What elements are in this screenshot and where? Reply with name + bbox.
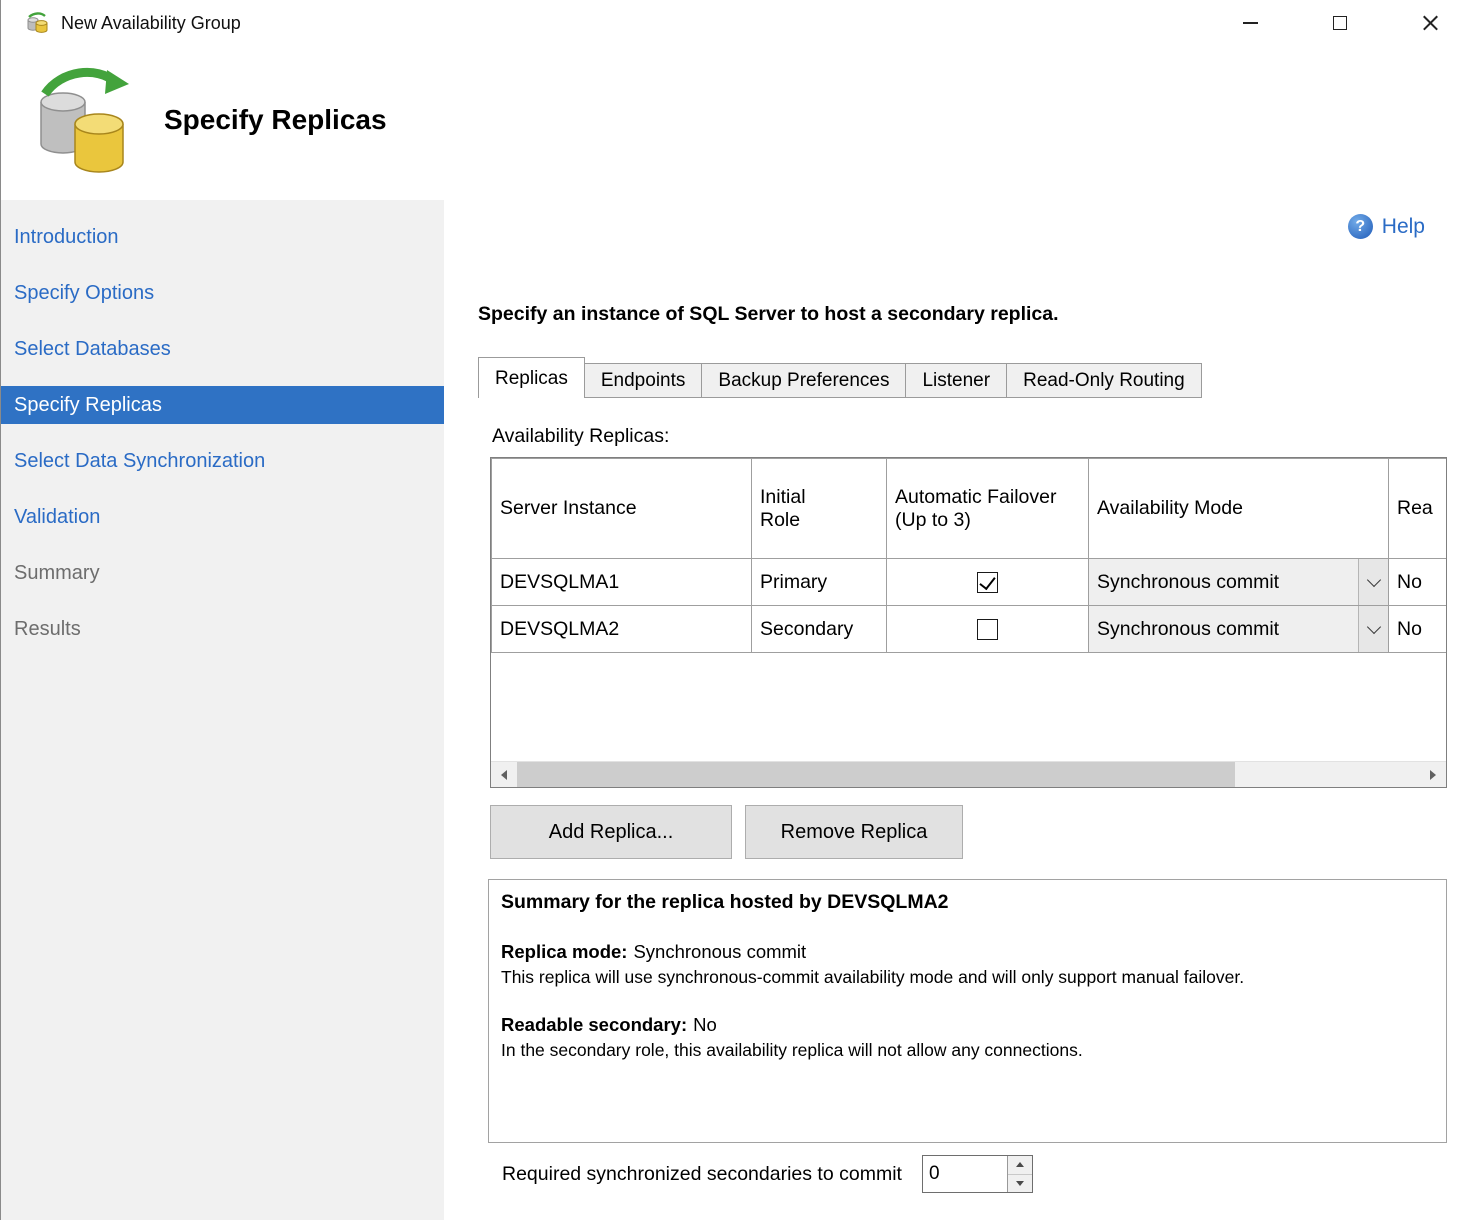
tab-replicas[interactable]: Replicas	[478, 357, 585, 398]
spinner-down-button[interactable]	[1008, 1175, 1032, 1193]
sidebar-item-select-data-sync[interactable]: Select Data Synchronization	[1, 442, 444, 480]
maximize-button[interactable]	[1316, 0, 1364, 46]
wizard-header: Specify Replicas	[1, 46, 1468, 200]
column-header-server-instance: Server Instance	[492, 459, 752, 559]
page-title: Specify Replicas	[164, 104, 387, 136]
replica-mode-description: This replica will use synchronous-commit…	[501, 967, 1434, 988]
close-icon	[1422, 15, 1439, 32]
replica-summary-panel: Summary for the replica hosted by DEVSQL…	[488, 879, 1447, 1143]
readable-secondary-line: Readable secondary: No	[501, 1014, 1434, 1036]
availability-group-icon	[31, 64, 131, 176]
window-title: New Availability Group	[61, 13, 241, 34]
spinner-up-button[interactable]	[1008, 1156, 1032, 1175]
add-replica-button[interactable]: Add Replica...	[490, 805, 732, 859]
required-secondaries-label: Required synchronized secondaries to com…	[502, 1163, 902, 1186]
column-header-availability-mode: Availability Mode	[1089, 459, 1389, 559]
replica-mode-value: Synchronous commit	[633, 941, 806, 962]
sidebar-item-introduction[interactable]: Introduction	[1, 218, 444, 256]
dropdown-button[interactable]	[1358, 606, 1388, 652]
scroll-right-icon	[1430, 770, 1436, 780]
grid-header-row: Server Instance Initial Role Automatic F…	[492, 459, 1447, 559]
spinner-buttons	[1007, 1156, 1032, 1192]
table-row[interactable]: DEVSQLMA2 Secondary Synchronous commit	[492, 606, 1447, 653]
maximize-icon	[1333, 16, 1347, 30]
remove-replica-button[interactable]: Remove Replica	[745, 805, 963, 859]
required-secondaries-spinner	[922, 1155, 1033, 1193]
window-controls	[1226, 0, 1468, 46]
minimize-icon	[1243, 22, 1258, 24]
readable-secondary-description: In the secondary role, this availability…	[501, 1040, 1434, 1061]
tab-backup-preferences[interactable]: Backup Preferences	[701, 363, 906, 398]
scrollbar-track[interactable]	[1235, 762, 1420, 787]
replica-mode-line: Replica mode: Synchronous commit	[501, 941, 1434, 963]
help-label: Help	[1382, 215, 1425, 239]
availability-mode-value: Synchronous commit	[1089, 571, 1358, 594]
close-button[interactable]	[1406, 0, 1454, 46]
readable-secondary-value: No	[693, 1014, 717, 1035]
chevron-down-icon	[1366, 572, 1380, 586]
availability-replicas-label: Availability Replicas:	[492, 425, 1468, 448]
column-header-automatic-failover: Automatic Failover (Up to 3)	[887, 459, 1089, 559]
sidebar-item-select-databases[interactable]: Select Databases	[1, 330, 444, 368]
summary-title: Summary for the replica hosted by DEVSQL…	[501, 891, 1434, 914]
column-header-readable-secondary: Rea	[1389, 459, 1447, 559]
cell-readable-secondary: No	[1389, 559, 1447, 606]
instruction-text: Specify an instance of SQL Server to hos…	[478, 303, 1468, 326]
help-link[interactable]: ? Help	[1348, 214, 1425, 239]
replicas-grid: Server Instance Initial Role Automatic F…	[490, 457, 1447, 788]
app-icon	[26, 12, 48, 34]
titlebar: New Availability Group	[1, 0, 1468, 46]
required-secondaries-input[interactable]	[923, 1156, 1007, 1192]
availability-mode-dropdown[interactable]: Synchronous commit	[1089, 606, 1388, 652]
scroll-right-button[interactable]	[1420, 762, 1446, 787]
minimize-button[interactable]	[1226, 0, 1274, 46]
automatic-failover-checkbox[interactable]	[977, 572, 998, 593]
tab-read-only-routing[interactable]: Read-Only Routing	[1006, 363, 1202, 398]
chevron-down-icon	[1366, 619, 1380, 633]
replicas-grid-viewport: Server Instance Initial Role Automatic F…	[491, 458, 1446, 761]
cell-server-instance: DEVSQLMA2	[492, 606, 752, 653]
wizard-steps-sidebar: Introduction Specify Options Select Data…	[1, 200, 444, 1220]
dialog-window: New Availability Group Specify Replicas …	[0, 0, 1468, 1220]
replica-buttons: Add Replica... Remove Replica	[490, 805, 1468, 859]
arrow-up-icon	[1016, 1162, 1024, 1167]
sidebar-item-specify-replicas[interactable]: Specify Replicas	[1, 386, 444, 424]
tab-listener[interactable]: Listener	[905, 363, 1007, 398]
readable-secondary-label: Readable secondary:	[501, 1014, 687, 1035]
tabstrip: Replicas Endpoints Backup Preferences Li…	[478, 357, 1468, 398]
availability-mode-dropdown[interactable]: Synchronous commit	[1089, 559, 1388, 605]
cell-server-instance: DEVSQLMA1	[492, 559, 752, 606]
horizontal-scrollbar[interactable]	[491, 761, 1446, 787]
sidebar-item-results: Results	[1, 610, 444, 648]
cell-initial-role: Secondary	[752, 606, 887, 653]
table-row[interactable]: DEVSQLMA1 Primary Synchronous commit	[492, 559, 1447, 606]
cell-initial-role: Primary	[752, 559, 887, 606]
sidebar-item-specify-options[interactable]: Specify Options	[1, 274, 444, 312]
dropdown-button[interactable]	[1358, 559, 1388, 605]
availability-mode-value: Synchronous commit	[1089, 618, 1358, 641]
sidebar-item-summary: Summary	[1, 554, 444, 592]
scroll-left-button[interactable]	[491, 762, 517, 787]
scroll-left-icon	[501, 770, 507, 780]
cell-readable-secondary: No	[1389, 606, 1447, 653]
arrow-down-icon	[1016, 1181, 1024, 1186]
automatic-failover-checkbox[interactable]	[977, 619, 998, 640]
sidebar-item-validation[interactable]: Validation	[1, 498, 444, 536]
column-header-initial-role: Initial Role	[752, 459, 887, 559]
commit-row: Required synchronized secondaries to com…	[490, 1155, 1468, 1193]
replica-mode-label: Replica mode:	[501, 941, 627, 962]
main-content: ? Help Specify an instance of SQL Server…	[444, 200, 1468, 1220]
tab-endpoints[interactable]: Endpoints	[584, 363, 703, 398]
scrollbar-thumb[interactable]	[517, 762, 1235, 787]
help-icon: ?	[1348, 214, 1373, 239]
